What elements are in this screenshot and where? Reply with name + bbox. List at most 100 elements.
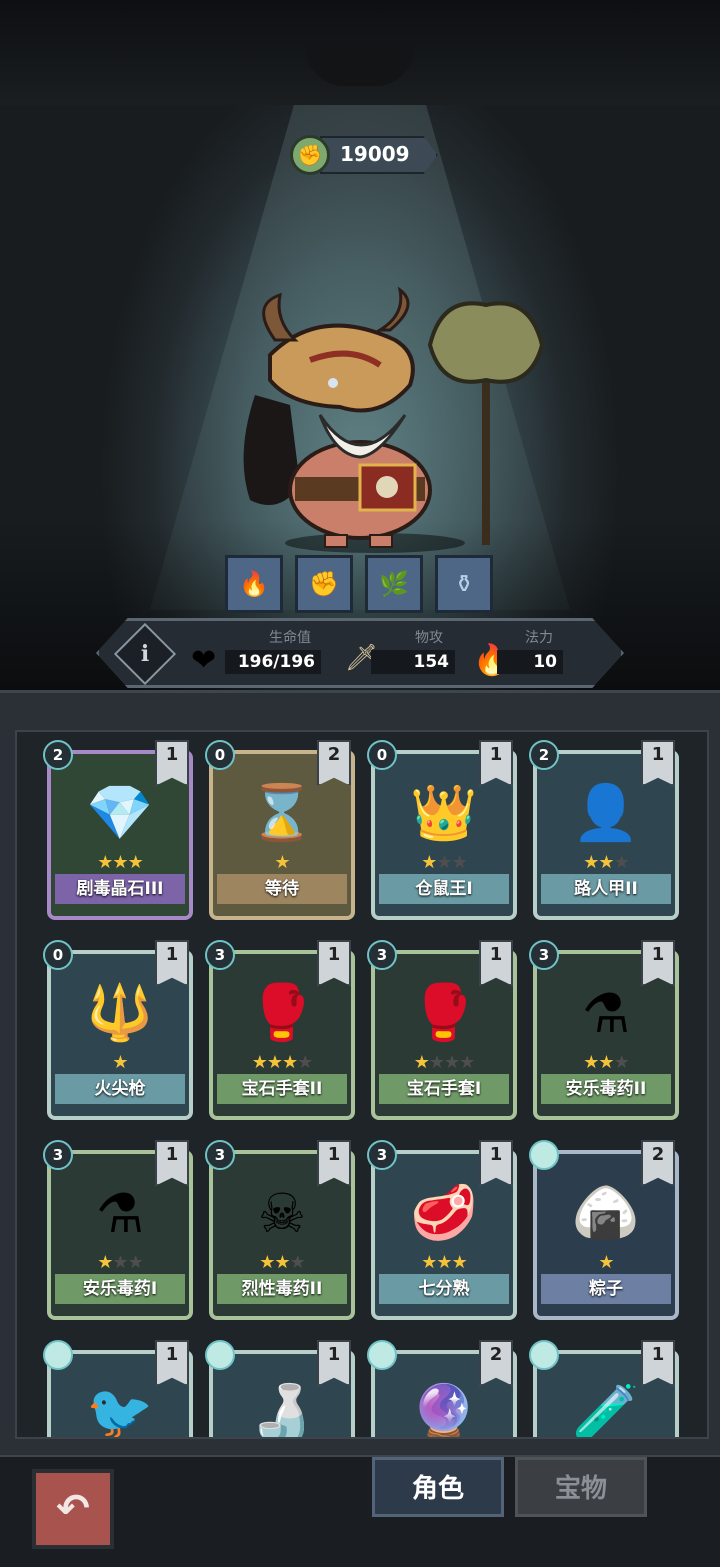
tab-character[interactable]: 角色 <box>372 1457 504 1517</box>
fist-icon[interactable]: ✊ <box>295 555 353 613</box>
star-icon: ★ <box>289 1252 306 1273</box>
star-rating: ★★★ <box>213 1252 351 1273</box>
card[interactable]: 🧪 1 <box>529 1340 679 1437</box>
card[interactable]: ☠ ★★★ 烈性毒药II 3 1 <box>205 1140 355 1320</box>
card-name: 剧毒晶石III <box>55 874 185 904</box>
star-rating: ★★★ <box>375 852 513 873</box>
mana-cost-badge: 3 <box>205 1140 235 1170</box>
star-rating: ★★★★ <box>213 1052 351 1073</box>
card-collection-panel: 💎 ★★★ 剧毒晶石III 2 1 ⌛ ★ 等待 0 2 👑 ★★★ 仓鼠王I 0 1 👤 ★★★ 路人甲II 2 1… <box>0 690 720 1458</box>
mana-label: 法力 <box>525 630 553 646</box>
star-rating: ★ <box>51 1052 189 1073</box>
card-name: 路人甲II <box>541 874 671 904</box>
attack-label: 物攻 <box>415 630 443 646</box>
laurel-icon[interactable]: 🌿 <box>365 555 423 613</box>
card-name: 等待 <box>217 874 347 904</box>
hp-value: 196/196 <box>225 650 321 674</box>
hero-stage: ✊ 19009 🔥 ✊ 🌿 ⚱ i ❤ 生命值 196/196 🗡 物攻 154… <box>0 0 720 690</box>
star-icon: ★ <box>444 1052 460 1073</box>
card[interactable]: 👑 ★★★ 仓鼠王I 0 1 <box>367 740 517 920</box>
mana-cost-badge: 0 <box>43 940 73 970</box>
star-icon: ★ <box>598 1252 614 1273</box>
card-name: 安乐毒药II <box>541 1074 671 1104</box>
tab-treasure[interactable]: 宝物 <box>515 1457 647 1517</box>
star-icon: ★ <box>251 1052 268 1073</box>
star-rating: ★★★ <box>51 852 189 873</box>
star-icon: ★ <box>282 1052 298 1073</box>
star-icon: ★ <box>274 1252 290 1273</box>
card[interactable]: ⚗ ★★★ 安乐毒药I 3 1 <box>43 1140 193 1320</box>
mana-value: 10 <box>497 650 563 674</box>
back-button[interactable]: ↶ <box>32 1469 114 1549</box>
star-icon: ★ <box>413 1052 430 1073</box>
star-icon: ★ <box>598 1052 614 1073</box>
minotaur-hero[interactable] <box>230 285 550 555</box>
mana-cost-badge: 3 <box>529 940 559 970</box>
card[interactable]: 🥊 ★★★★ 宝石手套II 3 1 <box>205 940 355 1120</box>
star-rating: ★★★ <box>537 852 675 873</box>
mana-cost-badge <box>367 1340 397 1370</box>
card-name: 安乐毒药I <box>55 1274 185 1304</box>
info-icon: i <box>140 641 150 667</box>
mana-cost-badge: 0 <box>367 740 397 770</box>
mana-cost-badge: 2 <box>529 740 559 770</box>
fist-coin-icon: ✊ <box>290 135 330 175</box>
star-icon: ★ <box>259 1252 275 1273</box>
card[interactable]: 🍶 1 <box>205 1340 355 1437</box>
star-icon: ★ <box>428 1052 445 1073</box>
card[interactable]: 💎 ★★★ 剧毒晶石III 2 1 <box>43 740 193 920</box>
star-icon: ★ <box>112 1052 128 1073</box>
card[interactable]: 👤 ★★★ 路人甲II 2 1 <box>529 740 679 920</box>
card-name: 粽子 <box>541 1274 671 1304</box>
mana-cost-badge: 2 <box>43 740 73 770</box>
star-icon: ★ <box>112 852 128 873</box>
mana-cost-badge: 3 <box>43 1140 73 1170</box>
bottom-nav: ↶ 角色 宝物 <box>0 1455 720 1567</box>
card[interactable]: 🥩 ★★★ 七分熟 3 1 <box>367 1140 517 1320</box>
mana-cost-badge <box>43 1340 73 1370</box>
card[interactable]: 🍙 ★ 粽子 2 <box>529 1140 679 1320</box>
star-icon: ★ <box>459 1052 475 1073</box>
stats-bar: i ❤ 生命值 196/196 🗡 物攻 154 🔥 法力 10 <box>96 618 624 688</box>
star-icon: ★ <box>97 852 113 873</box>
mana-cost-badge: 3 <box>367 940 397 970</box>
currency-amount: 19009 <box>320 136 438 174</box>
star-icon: ★ <box>266 1052 283 1073</box>
card-name: 宝石手套II <box>217 1074 347 1104</box>
mana-cost-badge: 3 <box>367 1140 397 1170</box>
star-icon: ★ <box>436 1252 452 1273</box>
card-grid[interactable]: 💎 ★★★ 剧毒晶石III 2 1 ⌛ ★ 等待 0 2 👑 ★★★ 仓鼠王I 0 1 👤 ★★★ 路人甲II 2 1… <box>15 730 709 1439</box>
star-rating: ★★★★ <box>375 1052 513 1073</box>
card[interactable]: ⚗ ★★★ 安乐毒药II 3 1 <box>529 940 679 1120</box>
mana-cost-badge: 0 <box>205 740 235 770</box>
back-arrow-icon: ↶ <box>56 1486 90 1532</box>
star-icon: ★ <box>297 1052 313 1073</box>
card[interactable]: ⌛ ★ 等待 0 2 <box>205 740 355 920</box>
info-button[interactable]: i <box>113 622 177 686</box>
star-icon: ★ <box>436 852 452 873</box>
star-rating: ★ <box>537 1252 675 1273</box>
star-icon: ★ <box>613 852 630 873</box>
heart-icon: ❤ <box>191 643 217 678</box>
star-icon: ★ <box>127 1252 144 1273</box>
attack-value: 154 <box>371 650 455 674</box>
star-icon: ★ <box>451 852 468 873</box>
card[interactable]: 🔱 ★ 火尖枪 0 1 <box>43 940 193 1120</box>
card[interactable]: 🐦 1 <box>43 1340 193 1437</box>
star-icon: ★ <box>274 852 290 873</box>
star-rating: ★★★ <box>51 1252 189 1273</box>
star-icon: ★ <box>421 1252 437 1273</box>
star-icon: ★ <box>127 852 144 873</box>
star-icon: ★ <box>613 1052 630 1073</box>
potion-icon[interactable]: ⚱ <box>435 555 493 613</box>
flame-meat-icon[interactable]: 🔥 <box>225 555 283 613</box>
star-icon: ★ <box>112 1252 128 1273</box>
card-name: 仓鼠王I <box>379 874 509 904</box>
mana-cost-badge: 3 <box>205 940 235 970</box>
hp-label: 生命值 <box>269 630 311 646</box>
card[interactable]: 🔮 2 <box>367 1340 517 1437</box>
star-rating: ★★★ <box>537 1052 675 1073</box>
card-name: 七分熟 <box>379 1274 509 1304</box>
card[interactable]: 🥊 ★★★★ 宝石手套I 3 1 <box>367 940 517 1120</box>
star-icon: ★ <box>583 1052 599 1073</box>
